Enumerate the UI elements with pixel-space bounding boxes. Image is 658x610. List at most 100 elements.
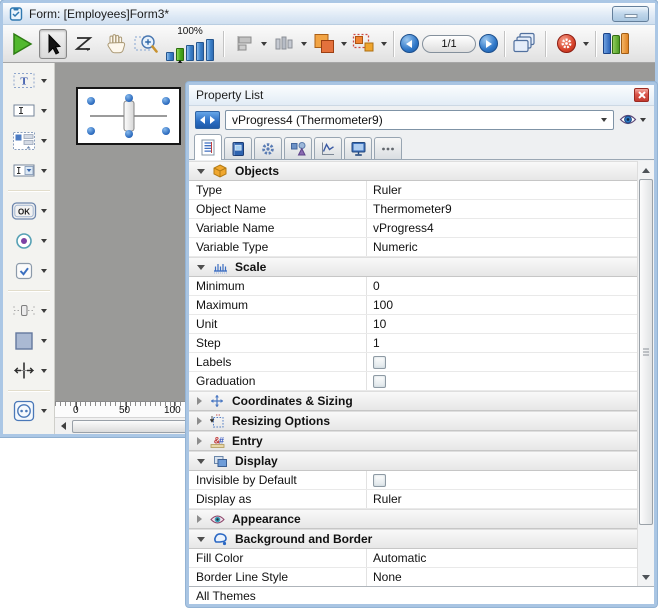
actions-dropdown-arrow[interactable] — [583, 42, 589, 46]
tab-display-monitor[interactable] — [344, 137, 372, 159]
previous-page-button[interactable] — [400, 34, 419, 53]
form-pages-button[interactable] — [511, 29, 539, 59]
tab-more[interactable] — [374, 137, 402, 159]
collapse-triangle-icon[interactable] — [197, 459, 205, 464]
property-list-scrollbar[interactable] — [637, 161, 654, 586]
zoom-bar-400[interactable] — [196, 42, 204, 61]
rectangle-tool[interactable] — [11, 330, 47, 351]
tab-chart[interactable] — [314, 137, 342, 159]
slider-dropdown-arrow[interactable] — [41, 309, 47, 313]
property-value[interactable]: 0 — [367, 277, 637, 295]
property-value[interactable]: Thermometer9 — [367, 200, 637, 218]
input-field-dropdown-arrow[interactable] — [41, 109, 47, 113]
window-titlebar[interactable]: Form: [Employees]Form3* — [3, 3, 655, 25]
property-row-unit[interactable]: Unit 10 — [189, 315, 637, 334]
radio-button-tool[interactable] — [11, 230, 47, 251]
selection-handle[interactable] — [87, 127, 95, 135]
listbox-dropdown-arrow[interactable] — [41, 139, 47, 143]
move-tool-button[interactable] — [101, 29, 129, 59]
property-row-minimum[interactable]: Minimum 0 — [189, 277, 637, 296]
checkbox-dropdown-arrow[interactable] — [41, 269, 47, 273]
object-selector-dropdown[interactable]: vProgress4 (Thermometer9) — [225, 110, 614, 130]
view-options-button[interactable] — [619, 113, 648, 126]
minimize-button[interactable] — [612, 6, 649, 22]
expand-triangle-icon[interactable] — [197, 397, 202, 405]
palette-titlebar[interactable]: Property List — [189, 85, 654, 106]
zoom-tool-button[interactable] — [132, 29, 160, 59]
combo-box-dropdown-arrow[interactable] — [41, 169, 47, 173]
next-page-button[interactable] — [479, 34, 498, 53]
selection-handle[interactable] — [162, 127, 170, 135]
section-header-resizing-options[interactable]: Resizing Options — [189, 411, 637, 431]
button-tool[interactable]: OK — [11, 200, 47, 221]
object-level-button[interactable] — [310, 29, 338, 59]
align-button[interactable] — [230, 29, 258, 59]
section-header-entry[interactable]: &# Entry — [189, 431, 637, 451]
selection-handle[interactable] — [125, 130, 133, 138]
zoom-bar-50[interactable] — [166, 52, 174, 61]
pointer-tool-button[interactable] — [39, 29, 67, 59]
distribute-dropdown-arrow[interactable] — [301, 42, 307, 46]
tab-property-list[interactable] — [194, 134, 222, 160]
tab-settings[interactable] — [254, 137, 282, 159]
section-header-appearance[interactable]: Appearance — [189, 509, 637, 529]
run-form-button[interactable] — [8, 29, 36, 59]
selection-handle[interactable] — [87, 97, 95, 105]
slider-tool[interactable] — [11, 300, 47, 321]
align-dropdown-arrow[interactable] — [261, 42, 267, 46]
selected-slider-object[interactable] — [76, 87, 181, 145]
checkbox-tool[interactable] — [11, 260, 47, 281]
property-value[interactable]: None — [367, 568, 637, 586]
selection-handle[interactable] — [162, 97, 170, 105]
property-value[interactable]: 10 — [367, 315, 637, 333]
rectangle-dropdown-arrow[interactable] — [41, 339, 47, 343]
page-indicator[interactable]: 1/1 — [422, 35, 476, 53]
expand-triangle-icon[interactable] — [197, 437, 202, 445]
tab-objects-shapes[interactable] — [284, 137, 312, 159]
property-row-invisible-by-default[interactable]: Invisible by Default — [189, 471, 637, 490]
graduation-checkbox[interactable] — [373, 375, 386, 388]
scroll-up-button[interactable] — [638, 162, 654, 178]
tab-photo-book[interactable] — [224, 137, 252, 159]
zoom-bar-800[interactable] — [206, 39, 214, 61]
input-field-tool[interactable] — [11, 100, 47, 121]
property-value[interactable]: vProgress4 — [367, 219, 637, 237]
selection-handle[interactable] — [125, 94, 133, 102]
property-row-variable-type[interactable]: Variable Type Numeric — [189, 238, 637, 257]
static-text-tool[interactable]: T — [11, 70, 47, 91]
close-button[interactable] — [634, 88, 649, 102]
expand-triangle-icon[interactable] — [197, 515, 202, 523]
zoom-bar-200[interactable] — [186, 45, 194, 61]
property-row-maximum[interactable]: Maximum 100 — [189, 296, 637, 315]
section-header-display[interactable]: Display — [189, 451, 637, 471]
property-row-labels[interactable]: Labels — [189, 353, 637, 372]
collapse-triangle-icon[interactable] — [197, 265, 205, 270]
zoom-scale-bars-icon[interactable] — [166, 38, 214, 61]
section-header-scale[interactable]: Scale — [189, 257, 637, 277]
vertical-scroll-thumb[interactable] — [639, 179, 653, 525]
library-button[interactable] — [602, 29, 630, 59]
object-pager-button[interactable] — [195, 111, 220, 129]
property-row-type[interactable]: Type Ruler — [189, 181, 637, 200]
collapse-triangle-icon[interactable] — [197, 537, 205, 542]
scroll-left-button[interactable] — [55, 418, 72, 435]
property-row-fill-color[interactable]: Fill Color Automatic — [189, 549, 637, 568]
property-value[interactable]: Numeric — [367, 238, 637, 256]
zoom-scale-widget[interactable]: 100% — [166, 27, 214, 61]
property-row-variable-name[interactable]: Variable Name vProgress4 — [189, 219, 637, 238]
property-value[interactable]: Automatic — [367, 549, 637, 567]
scroll-down-button[interactable] — [638, 569, 654, 585]
plugin-area-dropdown-arrow[interactable] — [41, 409, 47, 413]
zoom-bar-100-current[interactable] — [176, 48, 184, 61]
property-value[interactable]: Ruler — [367, 490, 637, 508]
section-header-background-and-border[interactable]: Background and Border — [189, 529, 637, 549]
collapse-triangle-icon[interactable] — [197, 169, 205, 174]
splitter-dropdown-arrow[interactable] — [41, 369, 47, 373]
group-dropdown-arrow[interactable] — [381, 42, 387, 46]
combo-box-tool[interactable] — [11, 160, 47, 181]
property-row-display-as[interactable]: Display as Ruler — [189, 490, 637, 509]
distribute-button[interactable] — [270, 29, 298, 59]
radio-button-dropdown-arrow[interactable] — [41, 239, 47, 243]
group-button[interactable] — [350, 29, 378, 59]
static-text-dropdown-arrow[interactable] — [41, 79, 47, 83]
